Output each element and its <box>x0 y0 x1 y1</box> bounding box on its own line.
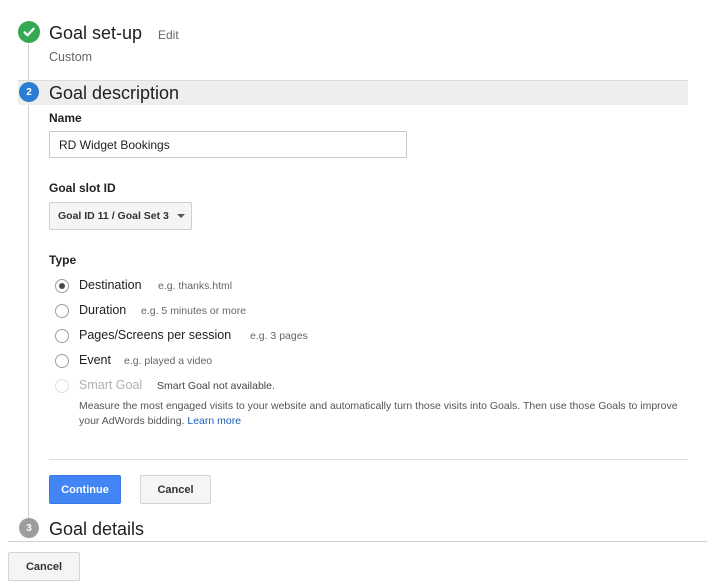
radio-destination[interactable] <box>55 279 69 293</box>
radio-event[interactable] <box>55 354 69 368</box>
footer-cancel-button[interactable]: Cancel <box>8 552 80 581</box>
option-duration-hint: e.g. 5 minutes or more <box>141 305 247 317</box>
radio-duration[interactable] <box>55 304 69 318</box>
footer-divider <box>8 541 707 542</box>
option-smart-goal-hint: Smart Goal not available. <box>157 380 275 392</box>
goal-slot-label: Goal slot ID <box>49 181 116 195</box>
option-pages-screens-label[interactable]: Pages/Screens per session <box>79 328 231 342</box>
goal-slot-dropdown[interactable]: Goal ID 11 / Goal Set 3 <box>49 202 192 230</box>
timeline-connector <box>28 44 29 522</box>
option-event-hint: e.g. played a video <box>124 355 213 367</box>
chevron-down-icon <box>176 214 185 218</box>
goal-name-input[interactable] <box>49 131 407 158</box>
step2-title: Goal description <box>49 83 180 103</box>
radio-pages-screens[interactable] <box>55 329 69 343</box>
step3-title: Goal details <box>49 519 145 539</box>
option-destination-label[interactable]: Destination <box>79 278 142 292</box>
continue-button[interactable]: Continue <box>49 475 121 504</box>
step1-title: Goal set-up <box>49 23 143 43</box>
smart-goal-description: Measure the most engaged visits to your … <box>79 399 679 429</box>
learn-more-link[interactable]: Learn more <box>187 415 241 427</box>
step2-number: 2 <box>19 82 39 102</box>
step-complete-check-icon <box>18 21 40 43</box>
step3-number: 3 <box>19 518 39 538</box>
option-smart-goal-label: Smart Goal <box>79 378 143 392</box>
goal-slot-selected: Goal ID 11 / Goal Set 3 <box>58 210 169 222</box>
step1-subtitle: Custom <box>49 50 93 64</box>
option-event-label[interactable]: Event <box>79 353 111 367</box>
option-duration-label[interactable]: Duration <box>79 303 126 317</box>
option-destination-hint: e.g. thanks.html <box>158 280 233 292</box>
type-label: Type <box>49 253 77 267</box>
name-label: Name <box>49 111 82 125</box>
option-pages-screens-hint: e.g. 3 pages <box>250 330 308 342</box>
cancel-button[interactable]: Cancel <box>140 475 211 504</box>
smart-goal-description-text: Measure the most engaged visits to your … <box>79 400 678 427</box>
radio-smart-goal <box>55 379 69 393</box>
actions-divider <box>49 459 688 460</box>
edit-link[interactable]: Edit <box>158 28 179 42</box>
